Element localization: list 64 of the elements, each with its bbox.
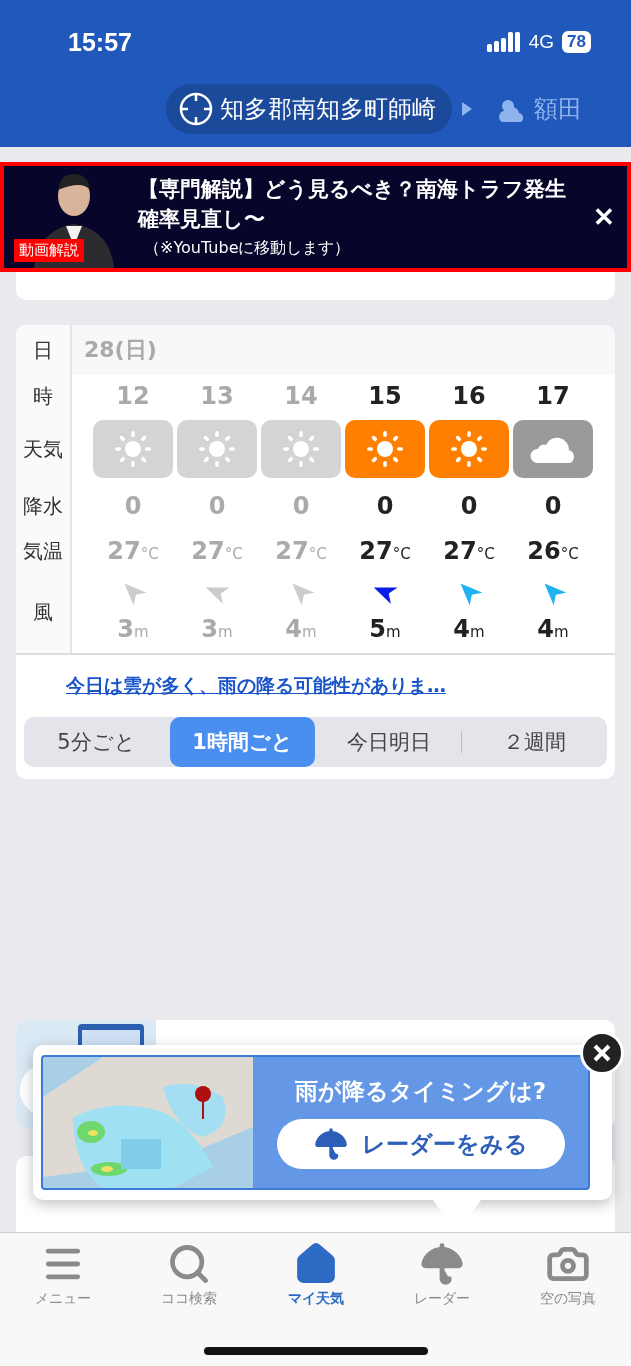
date-label: 28(日): [84, 336, 157, 364]
hour-label: 16: [452, 381, 486, 412]
sun-icon: [198, 430, 236, 468]
hour-label: 15: [368, 381, 402, 412]
wind-speed-value: 4m: [285, 614, 317, 645]
row-label: 気温: [23, 537, 63, 565]
hour-label: 12: [116, 381, 150, 412]
temperature-value: 26°C: [527, 536, 579, 567]
umbrella-icon: [313, 1127, 348, 1161]
interval-tab[interactable]: 今日明日: [316, 717, 461, 767]
news-banner[interactable]: 動画解説 【専門解説】どう見るべき？南海トラフ発生確率見直し〜 （※YouTubeに移動します） ✕: [0, 162, 631, 272]
hour-label: 17: [536, 381, 570, 412]
temperature-value: 27°C: [107, 536, 159, 567]
popup-title: 雨が降るタイミングは?: [294, 1077, 547, 1106]
sun-icon: [114, 430, 152, 468]
wind-speed-value: 3m: [117, 614, 149, 645]
sun-icon: [282, 430, 320, 468]
wind-speed-value: 3m: [201, 614, 233, 645]
tab-bar-item[interactable]: レーダー: [378, 1241, 505, 1309]
signal-icon: [486, 32, 521, 52]
interval-tab[interactable]: 1時間ごと: [170, 717, 315, 767]
location-tab[interactable]: 知多郡南知多町師崎: [166, 84, 452, 134]
forecast-summary-link[interactable]: 今日は雲が多く、雨の降る可能性がありま…: [66, 674, 446, 696]
umbrella-icon: [419, 1242, 464, 1286]
sun-icon: [366, 430, 404, 468]
precipitation-value: 0: [376, 491, 394, 522]
radar-button[interactable]: レーダーをみる: [276, 1119, 565, 1169]
temperature-value: 27°C: [443, 536, 495, 567]
wind-speed-value: 5m: [369, 614, 401, 645]
wind-speed-value: 4m: [537, 614, 569, 645]
tab-bar-item[interactable]: ココ検索: [126, 1241, 253, 1309]
caret-icon: [462, 102, 472, 116]
row-label: 降水: [23, 492, 63, 520]
precipitation-value: 0: [124, 491, 142, 522]
location-tab[interactable]: 額田: [482, 84, 598, 134]
banner-title: 【専門解説】どう見るべき？南海トラフ発生確率見直し〜: [138, 176, 567, 233]
close-icon: [593, 1044, 611, 1062]
tab-bar-item[interactable]: 空の写真: [504, 1241, 631, 1309]
row-label: 時: [33, 382, 53, 410]
precipitation-value: 0: [208, 491, 226, 522]
precipitation-value: 0: [460, 491, 478, 522]
interval-tab[interactable]: ２週間: [462, 717, 607, 767]
close-button[interactable]: ✕: [581, 201, 627, 233]
clock: 15:57: [68, 27, 132, 57]
location-target-icon: [178, 91, 214, 127]
row-label: 日: [33, 336, 53, 364]
precipitation-value: 0: [292, 491, 310, 522]
precipitation-value: 0: [544, 491, 562, 522]
hour-label: 13: [200, 381, 234, 412]
interval-tab[interactable]: 5分ごと: [24, 717, 169, 767]
tab-bar-item[interactable]: マイ天気: [252, 1241, 379, 1309]
network-label: 4G: [528, 31, 555, 53]
sun-icon: [450, 430, 488, 468]
wind-speed-value: 4m: [453, 614, 485, 645]
temperature-value: 27°C: [275, 536, 327, 567]
battery-level: 78: [562, 31, 591, 53]
hour-label: 14: [284, 381, 318, 412]
row-label: 風: [33, 598, 53, 626]
row-label: 天気: [23, 435, 63, 463]
tab-bar-item[interactable]: メニュー: [0, 1241, 127, 1309]
temperature-value: 27°C: [359, 536, 411, 567]
temperature-value: 27°C: [191, 536, 243, 567]
banner-note: （※YouTubeに移動します）: [143, 237, 352, 259]
video-badge: 動画解説: [14, 239, 84, 262]
